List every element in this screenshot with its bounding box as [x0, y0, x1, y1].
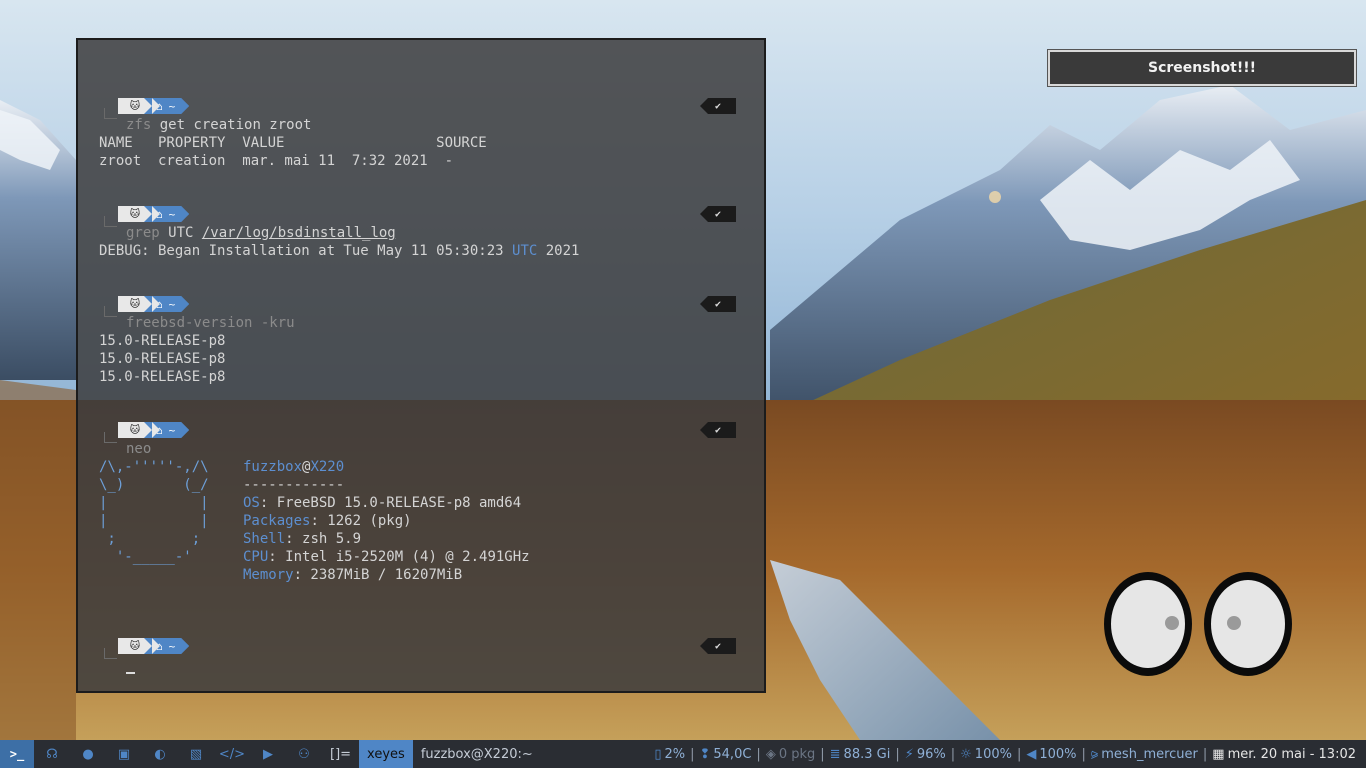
prompt-corner: [104, 432, 117, 443]
thermometer-icon: ❢: [699, 746, 711, 762]
status-check-icon: ✔: [700, 98, 736, 114]
eye-white: [1211, 580, 1285, 668]
screenshot-notification: Screenshot!!!: [1048, 50, 1356, 86]
task-terminal[interactable]: fuzzbox@X220:~: [413, 740, 541, 768]
prompt-corner: [104, 306, 117, 317]
task-xeyes[interactable]: xeyes: [359, 740, 413, 768]
wifi-icon: ⪩: [1090, 746, 1099, 762]
clock[interactable]: ▦ mer. 20 mai - 13:02: [1208, 747, 1360, 762]
disk-status: ≣ 88.3 Gi: [829, 746, 891, 762]
xeyes-left-eye[interactable]: [1104, 572, 1192, 676]
pkg-status: ◈ 0 pkg: [765, 746, 816, 762]
command-input[interactable]: [126, 656, 135, 674]
neo-info-line: OS: FreeBSD 15.0-RELEASE-p8 amd64: [243, 495, 522, 511]
eye-white: [1111, 580, 1185, 668]
ascii-logo-line: | |: [99, 513, 209, 529]
ascii-logo-line: | |: [99, 495, 209, 511]
prompt-bar: 🐱︎ ⌂ ~: [118, 98, 189, 114]
taskbar: >_ ☊ ● ▣ ◐ ▧ </> ▶ ⚇ []= xeyes fuzzbox@X…: [0, 740, 1366, 768]
ascii-logo-line: \_) (_/: [99, 477, 209, 493]
brightness-icon: ☼: [960, 746, 972, 762]
code-icon[interactable]: </>: [214, 740, 250, 768]
package-icon: ◈: [765, 746, 776, 762]
ascii-logo-line: /\,-'''''-,/\: [99, 459, 209, 475]
video-icon[interactable]: ▶: [250, 740, 286, 768]
layout-indicator[interactable]: []=: [322, 740, 359, 768]
status-check-icon: ✔: [700, 638, 736, 654]
output-line: NAME PROPERTY VALUE SOURCE: [99, 135, 487, 151]
volume-icon: ◀: [1026, 746, 1037, 762]
prompt-corner: [104, 108, 117, 119]
output-line: 15.0-RELEASE-p8: [99, 351, 226, 367]
ascii-logo-line: ; ;: [99, 531, 201, 547]
wifi-status[interactable]: ⪩ mesh_mercuer: [1087, 747, 1202, 762]
brightness-status: ☼ 100%: [960, 746, 1012, 762]
temperature-status: ❢ 54,0C: [699, 746, 752, 762]
neo-userhost: fuzzbox@X220: [243, 459, 345, 475]
neo-info-line: Packages: 1262 (pkg): [243, 513, 412, 529]
output-line: 15.0-RELEASE-p8: [99, 369, 226, 385]
gamepad-icon[interactable]: ⚇: [286, 740, 322, 768]
neo-info-line: Shell: zsh 5.9: [243, 531, 362, 547]
status-check-icon: ✔: [700, 206, 736, 222]
command-line: neo: [126, 441, 152, 457]
power-status: ⚡ 96%: [904, 746, 946, 762]
prompt-bar: 🐱︎ ⌂ ~: [118, 638, 189, 654]
firefox-icon[interactable]: ◐: [142, 740, 178, 768]
prompt-bar: 🐱︎ ⌂ ~: [118, 296, 189, 312]
output-line: DEBUG: Began Installation at Tue May 11 …: [99, 243, 580, 259]
eye-pupil: [1165, 616, 1179, 630]
prompt-corner: [104, 216, 117, 227]
ascii-logo-line: '-_____-': [99, 549, 192, 565]
command-line: freebsd-version -kru: [126, 315, 295, 331]
output-line: zroot creation mar. mai 11 7:32 2021 -: [99, 153, 454, 169]
neo-info-line: Memory: 2387MiB / 16207MiB: [243, 567, 463, 583]
battery-status: ▯ 2%: [654, 746, 686, 762]
neo-info-line: CPU: Intel i5-2520M (4) @ 2.491GHz: [243, 549, 530, 565]
text-cursor: [126, 672, 135, 674]
terminal-launcher-button[interactable]: >_: [0, 740, 34, 768]
eye-pupil: [1227, 616, 1241, 630]
image-icon[interactable]: ▧: [178, 740, 214, 768]
prompt-bar: 🐱︎ ⌂ ~: [118, 422, 189, 438]
xeyes-right-eye[interactable]: [1204, 572, 1292, 676]
neo-rule: ------------: [243, 477, 345, 493]
prompt-corner: [104, 648, 117, 659]
status-check-icon: ✔: [700, 422, 736, 438]
command-line: grep UTC /var/log/bsdinstall_log: [126, 225, 396, 241]
status-area: ▯ 2% | ❢ 54,0C | ◈ 0 pkg | ≣ 88.3 Gi | ⚡ 96% …: [650, 740, 1366, 768]
briefcase-icon[interactable]: ▣: [106, 740, 142, 768]
terminal-window[interactable]: 🐱︎ ⌂ ~ ✔ zfs get creation zroot NAME PRO…: [76, 38, 766, 693]
headphones-icon[interactable]: ☊: [34, 740, 70, 768]
battery-icon: ▯: [654, 746, 662, 762]
database-icon: ≣: [829, 746, 841, 762]
volume-status[interactable]: ◀ 100%: [1022, 747, 1080, 762]
plug-icon: ⚡: [904, 746, 914, 762]
output-line: 15.0-RELEASE-p8: [99, 333, 226, 349]
user-icon[interactable]: ●: [70, 740, 106, 768]
status-check-icon: ✔: [700, 296, 736, 312]
command-line: zfs get creation zroot: [126, 117, 312, 133]
prompt-bar: 🐱︎ ⌂ ~: [118, 206, 189, 222]
calendar-icon: ▦: [1212, 746, 1225, 762]
